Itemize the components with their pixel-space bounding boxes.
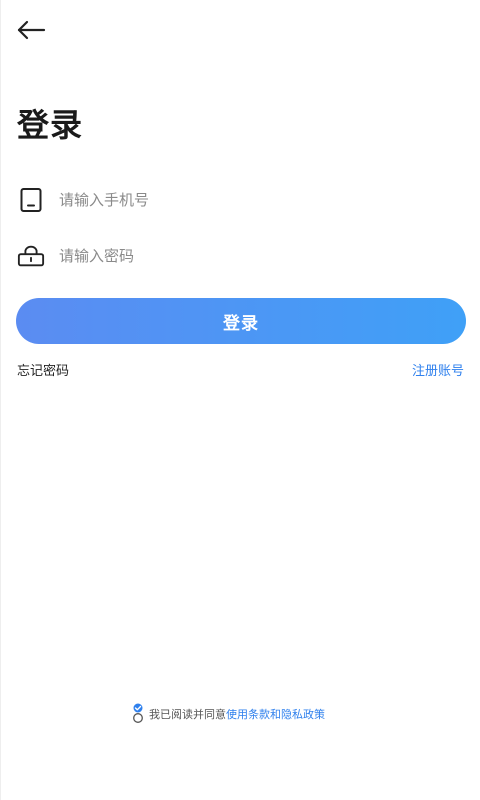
lock-icon [17, 242, 45, 270]
register-link[interactable]: 注册账号 [412, 360, 464, 379]
forgot-password-link[interactable]: 忘记密码 [17, 360, 69, 379]
agreement-text: 我已阅读并同意 [149, 708, 226, 721]
login-page: 登录 登录 忘记密码 注册账号 [0, 0, 480, 800]
password-input[interactable] [57, 239, 465, 273]
arrow-left-icon [16, 20, 46, 44]
login-button[interactable]: 登录 [16, 298, 466, 344]
phone-icon [17, 186, 45, 214]
page-title: 登录 [17, 106, 84, 144]
password-field [17, 236, 465, 276]
phone-field [17, 180, 465, 220]
agreement-checkbox[interactable] [131, 703, 145, 724]
agreement-row: 我已阅读并同意 使用条款和隐私政策 [131, 703, 325, 724]
phone-input[interactable] [57, 183, 465, 217]
terms-privacy-link[interactable]: 使用条款和隐私政策 [226, 706, 325, 722]
back-button[interactable] [13, 16, 49, 48]
